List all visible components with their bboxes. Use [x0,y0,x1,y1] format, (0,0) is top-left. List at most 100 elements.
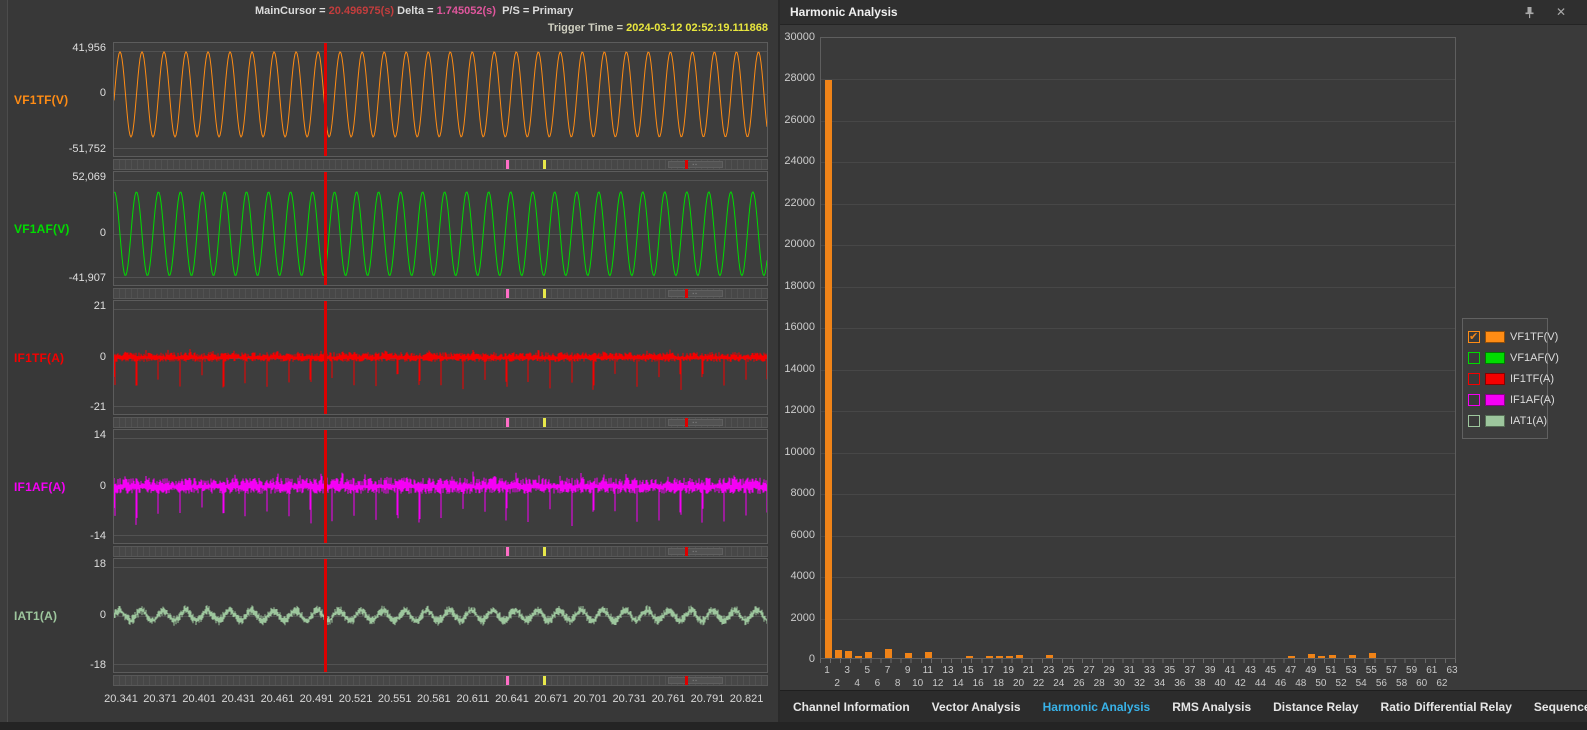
main-cursor-line[interactable] [324,301,327,414]
legend-checkbox[interactable] [1468,352,1480,364]
legend-checkbox[interactable] [1468,394,1480,406]
waveform-plot[interactable] [113,300,768,415]
harmonic-y-label: 4000 [780,570,815,582]
overview-scrollbar[interactable] [113,417,768,428]
harmonic-y-label: 6000 [780,529,815,541]
harmonic-x-label: 10 [912,678,923,689]
scrollbar-thumb[interactable] [668,161,723,168]
harmonic-y-label: 10000 [780,446,815,458]
overview-scrollbar[interactable] [113,546,768,557]
harmonic-bar-4 [855,656,862,658]
scrollbar-thumb[interactable] [668,290,723,297]
scrollbar-thumb[interactable] [668,677,723,684]
channel-yaxis: VF1TF(V)41,9560-51,752 [0,42,112,157]
harmonic-x-label: 14 [952,678,963,689]
marker-red [685,676,688,685]
waveform-plot[interactable] [113,429,768,544]
marker-yellow [543,160,546,169]
harmonic-gridline [821,121,1455,122]
harmonic-x-label: 4 [854,678,860,689]
harmonic-bar-51 [1329,655,1336,658]
legend-checkbox[interactable] [1468,373,1480,385]
y-zero-label: 0 [6,87,106,99]
legend-checkbox[interactable] [1468,415,1480,427]
tab-harmonic-analysis[interactable]: Harmonic Analysis [1032,691,1162,723]
time-tick-label: 20.671 [534,693,568,705]
main-cursor-line[interactable] [324,43,327,156]
panel-title: Harmonic Analysis [790,5,898,19]
waveform-plot[interactable] [113,42,768,157]
legend-item[interactable]: ✔VF1TF(V) [1468,326,1542,347]
y-min-label: -51,752 [6,143,106,155]
harmonic-gridline [821,79,1455,80]
waveform-plot[interactable] [113,171,768,286]
close-icon[interactable]: ✕ [1553,4,1569,20]
marker-red [685,418,688,427]
harmonic-x-label: 3 [844,665,850,676]
tab-rms-analysis[interactable]: RMS Analysis [1161,691,1262,723]
harmonic-x-label: 62 [1436,678,1447,689]
harmonic-plot-area[interactable] [820,37,1456,659]
scrollbar-thumb[interactable] [668,548,723,555]
tab-distance-relay[interactable]: Distance Relay [1262,691,1369,723]
legend-checkbox[interactable]: ✔ [1468,331,1480,343]
legend-item[interactable]: IF1TF(A) [1468,368,1542,389]
harmonic-x-label: 8 [895,678,901,689]
harmonic-x-label: 51 [1325,665,1336,676]
trigger-time-value: 2024-03-12 02:52:19.111868 [626,22,768,34]
legend-item[interactable]: VF1AF(V) [1468,347,1542,368]
marker-red [685,160,688,169]
legend-label: VF1AF(V) [1510,352,1559,364]
scrollbar-thumb[interactable] [668,419,723,426]
harmonic-x-label: 53 [1346,665,1357,676]
harmonic-x-label: 54 [1356,678,1367,689]
harmonic-gridline [821,245,1455,246]
delta-value: 1.745052(s) [437,5,496,17]
harmonic-bar-47 [1288,656,1295,658]
y-max-label: 52,069 [6,171,106,183]
harmonic-y-label: 12000 [780,404,815,416]
legend-item[interactable]: IF1AF(A) [1468,389,1542,410]
harmonic-x-label: 49 [1305,665,1316,676]
harmonic-gridline [821,370,1455,371]
harmonic-x-label: 21 [1023,665,1034,676]
y-max-label: 18 [6,558,106,570]
marker-yellow [543,547,546,556]
overview-scrollbar[interactable] [113,675,768,686]
overview-scrollbar[interactable] [113,288,768,299]
harmonic-x-label: 61 [1426,665,1437,676]
harmonic-x-label: 31 [1124,665,1135,676]
harmonic-x-label: 32 [1134,678,1145,689]
harmonic-gridline [821,411,1455,412]
harmonic-y-label: 20000 [780,238,815,250]
harmonic-x-label: 24 [1053,678,1064,689]
tab-vector-analysis[interactable]: Vector Analysis [921,691,1032,723]
legend-swatch [1485,394,1505,406]
overview-scrollbar[interactable] [113,159,768,170]
harmonic-gridline [821,619,1455,620]
harmonic-y-label: 16000 [780,321,815,333]
harmonic-gridline [821,577,1455,578]
tab-sequence[interactable]: Sequence [1523,691,1587,723]
harmonic-x-label: 43 [1245,665,1256,676]
main-cursor-line[interactable] [324,559,327,672]
tab-ratio-differential-relay[interactable]: Ratio Differential Relay [1370,691,1523,723]
harmonic-x-label: 11 [923,665,933,676]
harmonic-x-label: 42 [1235,678,1246,689]
main-cursor-line[interactable] [324,430,327,543]
trigger-readout: Trigger Time = 2024-03-12 02:52:19.11186… [548,22,768,34]
harmonic-x-label: 60 [1416,678,1427,689]
time-tick-label: 20.641 [495,693,529,705]
channel-row: IF1TF(A)210-21 [0,300,778,429]
harmonic-bar-9 [905,653,912,658]
waveform-plot[interactable] [113,558,768,673]
waveform-header: MainCursor = 20.496975(s) Delta = 1.7450… [0,0,778,42]
tab-channel-information[interactable]: Channel Information [782,691,921,723]
harmonic-x-label: 63 [1446,665,1457,676]
waveform-trace [114,430,767,543]
main-cursor-line[interactable] [324,172,327,285]
time-axis: 20.34120.37120.40120.43120.46120.49120.5… [113,689,768,707]
pin-icon[interactable] [1521,4,1537,20]
legend-item[interactable]: IAT1(A) [1468,410,1542,431]
harmonic-x-label: 35 [1164,665,1175,676]
